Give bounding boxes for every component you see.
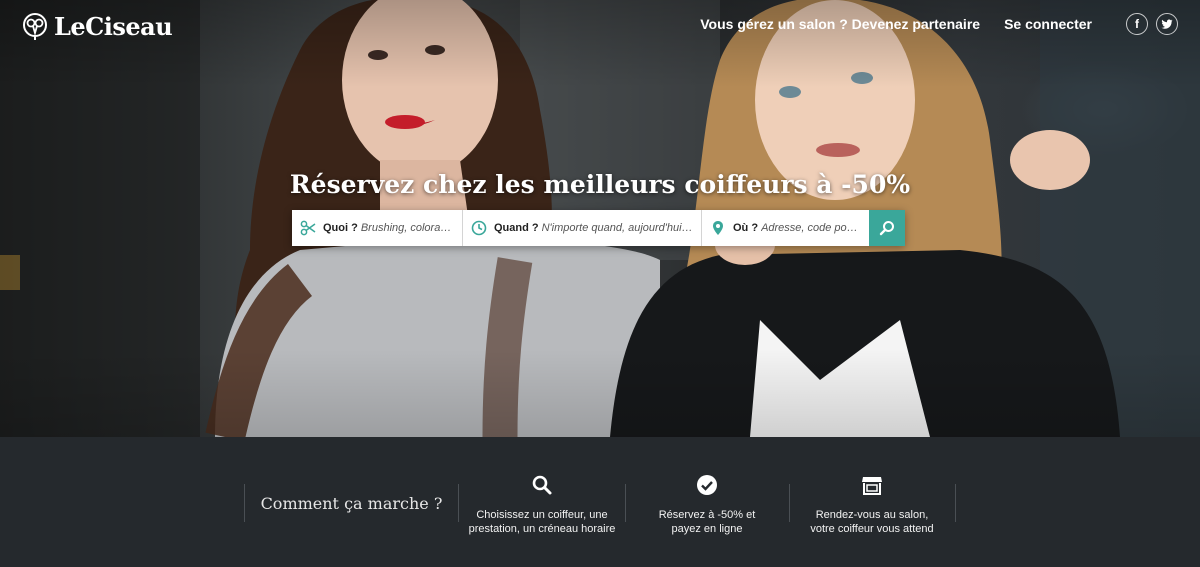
scissors-icon	[300, 220, 316, 236]
step-book-line1: Réservez à -50% et	[658, 509, 756, 521]
search-icon	[532, 475, 552, 495]
search-bar: Quoi ? Brushing, coloration ... Quand ? …	[292, 210, 905, 246]
clock-icon	[471, 220, 487, 236]
storefront-icon	[862, 477, 882, 495]
logo[interactable]: LeCiseau	[22, 12, 173, 41]
step-visit-line2: votre coiffeur vous attend	[810, 523, 934, 535]
what-label: Quoi ?	[323, 222, 358, 234]
step-visit: Rendez-vous au salon, votre coiffeur vou…	[789, 474, 955, 536]
twitter-icon	[1161, 19, 1173, 29]
facebook-button[interactable]: f	[1126, 13, 1148, 35]
when-field[interactable]: Quand ? N'importe quand, aujourd'hui, de…	[463, 210, 702, 246]
how-it-works-title: Comment ça marche ?	[244, 484, 459, 522]
when-placeholder: N'importe quand, aujourd'hui, demain ...	[541, 222, 693, 234]
search-icon	[879, 221, 894, 236]
what-field[interactable]: Quoi ? Brushing, coloration ...	[292, 210, 463, 246]
step-choose-line1: Choisissez un coiffeur, une	[476, 509, 608, 521]
brand-name: LeCiseau	[54, 12, 173, 41]
facebook-icon: f	[1135, 17, 1139, 31]
top-nav: Vous gérez un salon ? Devenez partenaire…	[700, 13, 1178, 35]
hero-headline: Réservez chez les meilleurs coiffeurs à …	[289, 170, 911, 199]
scissors-logo-icon	[23, 12, 47, 40]
map-pin-icon	[713, 221, 723, 235]
step-choose-line2: prestation, un créneau horaire	[468, 523, 616, 535]
where-field[interactable]: Où ? Adresse, code postal, ville	[702, 210, 869, 246]
step-choose: Choisissez un coiffeur, une prestation, …	[459, 474, 625, 536]
where-label: Où ?	[733, 222, 759, 234]
section-divider	[955, 484, 956, 522]
step-book-line2: payez en ligne	[671, 523, 743, 535]
when-label: Quand ?	[494, 222, 539, 234]
search-button[interactable]	[869, 210, 905, 246]
partner-link[interactable]: Vous gérez un salon ? Devenez partenaire	[700, 16, 980, 32]
step-visit-line1: Rendez-vous au salon,	[815, 509, 929, 521]
where-placeholder: Adresse, code postal, ville	[761, 222, 861, 234]
what-placeholder: Brushing, coloration ...	[360, 222, 454, 234]
step-book: Réservez à -50% et payez en ligne	[625, 474, 789, 536]
twitter-button[interactable]	[1156, 13, 1178, 35]
login-link[interactable]: Se connecter	[1004, 16, 1092, 32]
check-circle-icon	[697, 475, 717, 495]
